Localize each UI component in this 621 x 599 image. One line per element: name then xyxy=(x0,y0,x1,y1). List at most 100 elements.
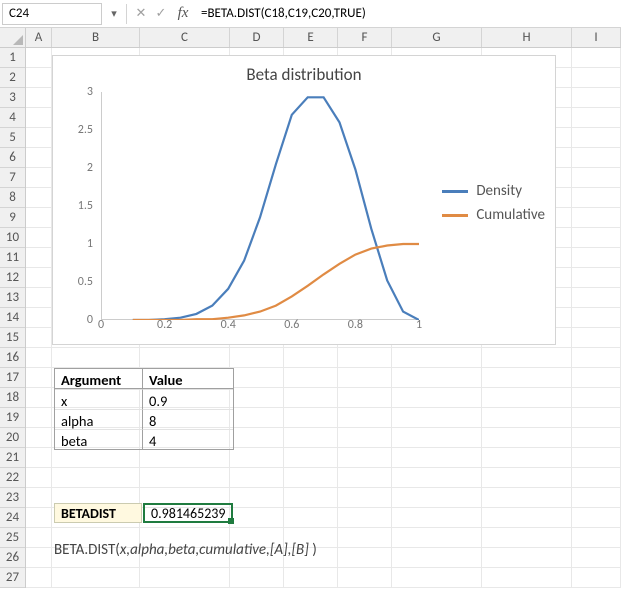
cell-F17[interactable] xyxy=(338,368,392,388)
column-header-F[interactable]: F xyxy=(338,28,392,47)
cell-I20[interactable] xyxy=(572,428,621,448)
row-header-19[interactable]: 19 xyxy=(0,408,25,428)
cell-D23[interactable] xyxy=(230,488,284,508)
cell-I1[interactable] xyxy=(572,48,621,68)
cell-F23[interactable] xyxy=(338,488,392,508)
cell-D19[interactable] xyxy=(230,408,284,428)
cell-I5[interactable] xyxy=(572,128,621,148)
cell-A11[interactable] xyxy=(26,248,52,268)
cell-H25[interactable] xyxy=(482,528,572,548)
column-header-A[interactable]: A xyxy=(26,28,52,47)
cell-G24[interactable] xyxy=(392,508,482,528)
cell-A4[interactable] xyxy=(26,108,52,128)
cell-A6[interactable] xyxy=(26,148,52,168)
cell-I18[interactable] xyxy=(572,388,621,408)
cell-D16[interactable] xyxy=(230,348,284,368)
cell-F18[interactable] xyxy=(338,388,392,408)
row-header-16[interactable]: 16 xyxy=(0,348,25,368)
cell-F24[interactable] xyxy=(338,508,392,528)
row-header-25[interactable]: 25 xyxy=(0,528,25,548)
cell-B16[interactable] xyxy=(52,348,140,368)
cell-F27[interactable] xyxy=(338,568,392,588)
cell-G26[interactable] xyxy=(392,548,482,568)
row-header-20[interactable]: 20 xyxy=(0,428,25,448)
column-header-H[interactable]: H xyxy=(482,28,572,47)
row-header-7[interactable]: 7 xyxy=(0,168,25,188)
column-header-D[interactable]: D xyxy=(230,28,284,47)
cell-G21[interactable] xyxy=(392,448,482,468)
cell-F25[interactable] xyxy=(338,528,392,548)
column-header-B[interactable]: B xyxy=(52,28,140,47)
row-header-13[interactable]: 13 xyxy=(0,288,25,308)
cell-E19[interactable] xyxy=(284,408,338,428)
cell-H27[interactable] xyxy=(482,568,572,588)
cell-I9[interactable] xyxy=(572,208,621,228)
cell-A18[interactable] xyxy=(26,388,52,408)
cell-I27[interactable] xyxy=(572,568,621,588)
cell-I7[interactable] xyxy=(572,168,621,188)
row-header-12[interactable]: 12 xyxy=(0,268,25,288)
cell-H17[interactable] xyxy=(482,368,572,388)
cell-D27[interactable] xyxy=(230,568,284,588)
cell-I4[interactable] xyxy=(572,108,621,128)
cell-I15[interactable] xyxy=(572,328,621,348)
cell-A23[interactable] xyxy=(26,488,52,508)
cell-E17[interactable] xyxy=(284,368,338,388)
cell-E21[interactable] xyxy=(284,448,338,468)
formula-input[interactable]: =BETA.DIST(C18,C19,C20,TRUE) xyxy=(195,6,621,21)
cell-I19[interactable] xyxy=(572,408,621,428)
column-header-I[interactable]: I xyxy=(572,28,621,47)
result-cell-selected[interactable]: 0.981465239 xyxy=(143,503,233,523)
cell-C16[interactable] xyxy=(140,348,230,368)
cell-D18[interactable] xyxy=(230,388,284,408)
cell-A3[interactable] xyxy=(26,88,52,108)
cell-A5[interactable] xyxy=(26,128,52,148)
cell-A26[interactable] xyxy=(26,548,52,568)
row-header-11[interactable]: 11 xyxy=(0,248,25,268)
cell-H19[interactable] xyxy=(482,408,572,428)
cell-I21[interactable] xyxy=(572,448,621,468)
cell-I22[interactable] xyxy=(572,468,621,488)
cell-D17[interactable] xyxy=(230,368,284,388)
cell-E24[interactable] xyxy=(284,508,338,528)
cell-B22[interactable] xyxy=(52,468,140,488)
cell-I11[interactable] xyxy=(572,248,621,268)
row-header-21[interactable]: 21 xyxy=(0,448,25,468)
row-header-27[interactable]: 27 xyxy=(0,568,25,588)
cell-A12[interactable] xyxy=(26,268,52,288)
cell-G27[interactable] xyxy=(392,568,482,588)
cell-A16[interactable] xyxy=(26,348,52,368)
cell-A14[interactable] xyxy=(26,308,52,328)
cell-F16[interactable] xyxy=(338,348,392,368)
row-header-1[interactable]: 1 xyxy=(0,48,25,68)
row-header-8[interactable]: 8 xyxy=(0,188,25,208)
cell-E23[interactable] xyxy=(284,488,338,508)
row-header-5[interactable]: 5 xyxy=(0,128,25,148)
cell-G20[interactable] xyxy=(392,428,482,448)
cell-I24[interactable] xyxy=(572,508,621,528)
cell-H24[interactable] xyxy=(482,508,572,528)
cell-I17[interactable] xyxy=(572,368,621,388)
cell-A25[interactable] xyxy=(26,528,52,548)
cell-H23[interactable] xyxy=(482,488,572,508)
cell-G23[interactable] xyxy=(392,488,482,508)
cell-A19[interactable] xyxy=(26,408,52,428)
cell-D20[interactable] xyxy=(230,428,284,448)
cell-E16[interactable] xyxy=(284,348,338,368)
row-header-10[interactable]: 10 xyxy=(0,228,25,248)
row-header-14[interactable]: 14 xyxy=(0,308,25,328)
cell-I8[interactable] xyxy=(572,188,621,208)
row-header-18[interactable]: 18 xyxy=(0,388,25,408)
cell-F21[interactable] xyxy=(338,448,392,468)
row-header-23[interactable]: 23 xyxy=(0,488,25,508)
cell-A17[interactable] xyxy=(26,368,52,388)
row-header-26[interactable]: 26 xyxy=(0,548,25,568)
cell-A21[interactable] xyxy=(26,448,52,468)
cell-E20[interactable] xyxy=(284,428,338,448)
cell-F26[interactable] xyxy=(338,548,392,568)
row-header-22[interactable]: 22 xyxy=(0,468,25,488)
cell-G25[interactable] xyxy=(392,528,482,548)
column-header-G[interactable]: G xyxy=(392,28,482,47)
cell-A27[interactable] xyxy=(26,568,52,588)
cell-I25[interactable] xyxy=(572,528,621,548)
